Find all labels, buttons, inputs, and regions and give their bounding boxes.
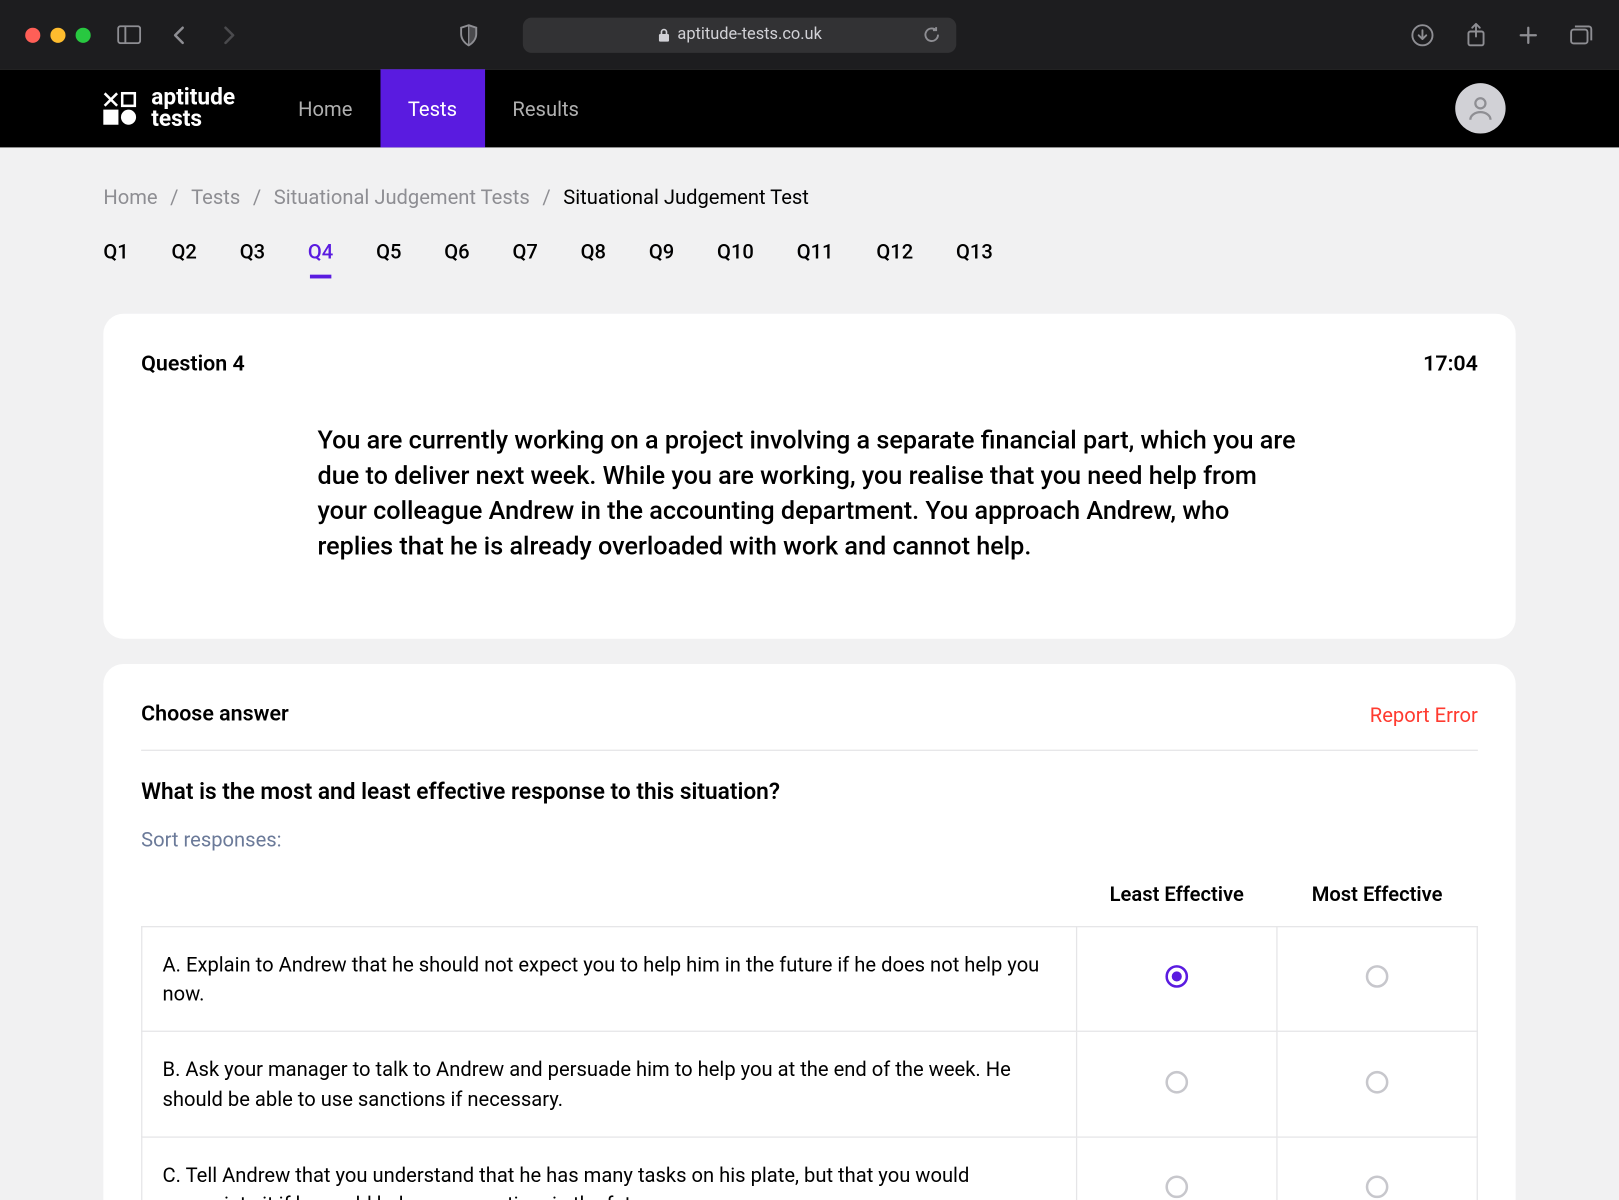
main-nav: Home Tests Results — [270, 69, 606, 147]
tab-q5[interactable]: Q5 — [376, 239, 401, 276]
answer-option-text: C. Tell Andrew that you understand that … — [142, 1137, 1077, 1200]
reload-icon[interactable] — [918, 22, 943, 47]
answer-option-text: B. Ask your manager to talk to Andrew an… — [142, 1032, 1077, 1137]
nav-tests[interactable]: Tests — [380, 69, 485, 147]
question-card: Question 4 17:04 You are currently worki… — [103, 314, 1515, 639]
user-avatar[interactable] — [1455, 83, 1505, 133]
sort-responses-toggle[interactable]: Sort responses: — [141, 828, 1478, 852]
browser-toolbar: aptitude-tests.co.uk — [0, 0, 1619, 69]
answer-prompt: What is the most and least effective res… — [141, 779, 1478, 805]
tab-q13[interactable]: Q13 — [956, 239, 993, 276]
question-tabs: Q1 Q2 Q3 Q4 Q5 Q6 Q7 Q8 Q9 Q10 Q11 Q12 Q… — [103, 239, 1515, 276]
url-text: aptitude-tests.co.uk — [677, 25, 821, 44]
answer-row: A. Explain to Andrew that he should not … — [142, 927, 1478, 1032]
scenario-text: You are currently working on a project i… — [141, 422, 1478, 601]
most-effective-radio[interactable] — [1366, 965, 1389, 988]
tab-q12[interactable]: Q12 — [876, 239, 913, 276]
crumb-tests[interactable]: Tests — [191, 185, 240, 209]
most-effective-radio[interactable] — [1366, 1175, 1389, 1198]
lock-icon — [657, 27, 670, 42]
most-effective-radio[interactable] — [1366, 1070, 1389, 1093]
tab-q3[interactable]: Q3 — [240, 239, 265, 276]
question-number-label: Question 4 — [141, 352, 245, 377]
maximize-window-button[interactable] — [76, 27, 91, 42]
share-icon[interactable] — [1463, 22, 1488, 47]
tab-q7[interactable]: Q7 — [512, 239, 537, 276]
tab-q6[interactable]: Q6 — [444, 239, 469, 276]
downloads-icon[interactable] — [1410, 22, 1435, 47]
least-effective-radio[interactable] — [1165, 965, 1188, 988]
tab-q10[interactable]: Q10 — [717, 239, 754, 276]
person-icon — [1465, 93, 1495, 123]
tab-q11[interactable]: Q11 — [797, 239, 834, 276]
tab-overview-icon[interactable] — [1569, 22, 1594, 47]
logo-mark-icon — [103, 92, 136, 125]
crumb-current: Situational Judgement Test — [563, 185, 809, 209]
choose-answer-label: Choose answer — [141, 702, 289, 727]
forward-button-icon[interactable] — [217, 22, 242, 47]
tab-q9[interactable]: Q9 — [649, 239, 674, 276]
report-error-link[interactable]: Report Error — [1370, 702, 1478, 726]
col-most-effective: Most Effective — [1277, 869, 1477, 926]
answer-table: Least Effective Most Effective A. Explai… — [141, 869, 1478, 1200]
app-header: aptitude tests Home Tests Results — [0, 69, 1619, 147]
answer-row: B. Ask your manager to talk to Andrew an… — [142, 1032, 1478, 1137]
address-bar[interactable]: aptitude-tests.co.uk — [523, 17, 956, 52]
answer-card: Choose answer Report Error What is the m… — [103, 664, 1515, 1200]
timer-display: 17:04 — [1423, 352, 1478, 377]
nav-results[interactable]: Results — [485, 69, 607, 147]
tab-q2[interactable]: Q2 — [172, 239, 197, 276]
least-effective-radio[interactable] — [1165, 1070, 1188, 1093]
new-tab-icon[interactable] — [1516, 22, 1541, 47]
tab-q1[interactable]: Q1 — [103, 239, 128, 276]
brand-logo[interactable]: aptitude tests — [103, 87, 235, 130]
crumb-home[interactable]: Home — [103, 185, 157, 209]
breadcrumb: Home / Tests / Situational Judgement Tes… — [103, 185, 1515, 209]
answer-row: C. Tell Andrew that you understand that … — [142, 1137, 1478, 1200]
sidebar-toggle-icon[interactable] — [116, 22, 141, 47]
tab-q8[interactable]: Q8 — [581, 239, 606, 276]
back-button-icon[interactable] — [166, 22, 191, 47]
least-effective-radio[interactable] — [1165, 1175, 1188, 1198]
privacy-shield-icon[interactable] — [456, 22, 481, 47]
brand-name: aptitude tests — [151, 87, 235, 130]
nav-home[interactable]: Home — [270, 69, 380, 147]
minimize-window-button[interactable] — [50, 27, 65, 42]
window-controls — [25, 27, 91, 42]
tab-q4[interactable]: Q4 — [308, 239, 333, 276]
answer-option-text: A. Explain to Andrew that he should not … — [142, 927, 1077, 1032]
crumb-sjt-list[interactable]: Situational Judgement Tests — [274, 185, 530, 209]
close-window-button[interactable] — [25, 27, 40, 42]
col-least-effective: Least Effective — [1077, 869, 1277, 926]
